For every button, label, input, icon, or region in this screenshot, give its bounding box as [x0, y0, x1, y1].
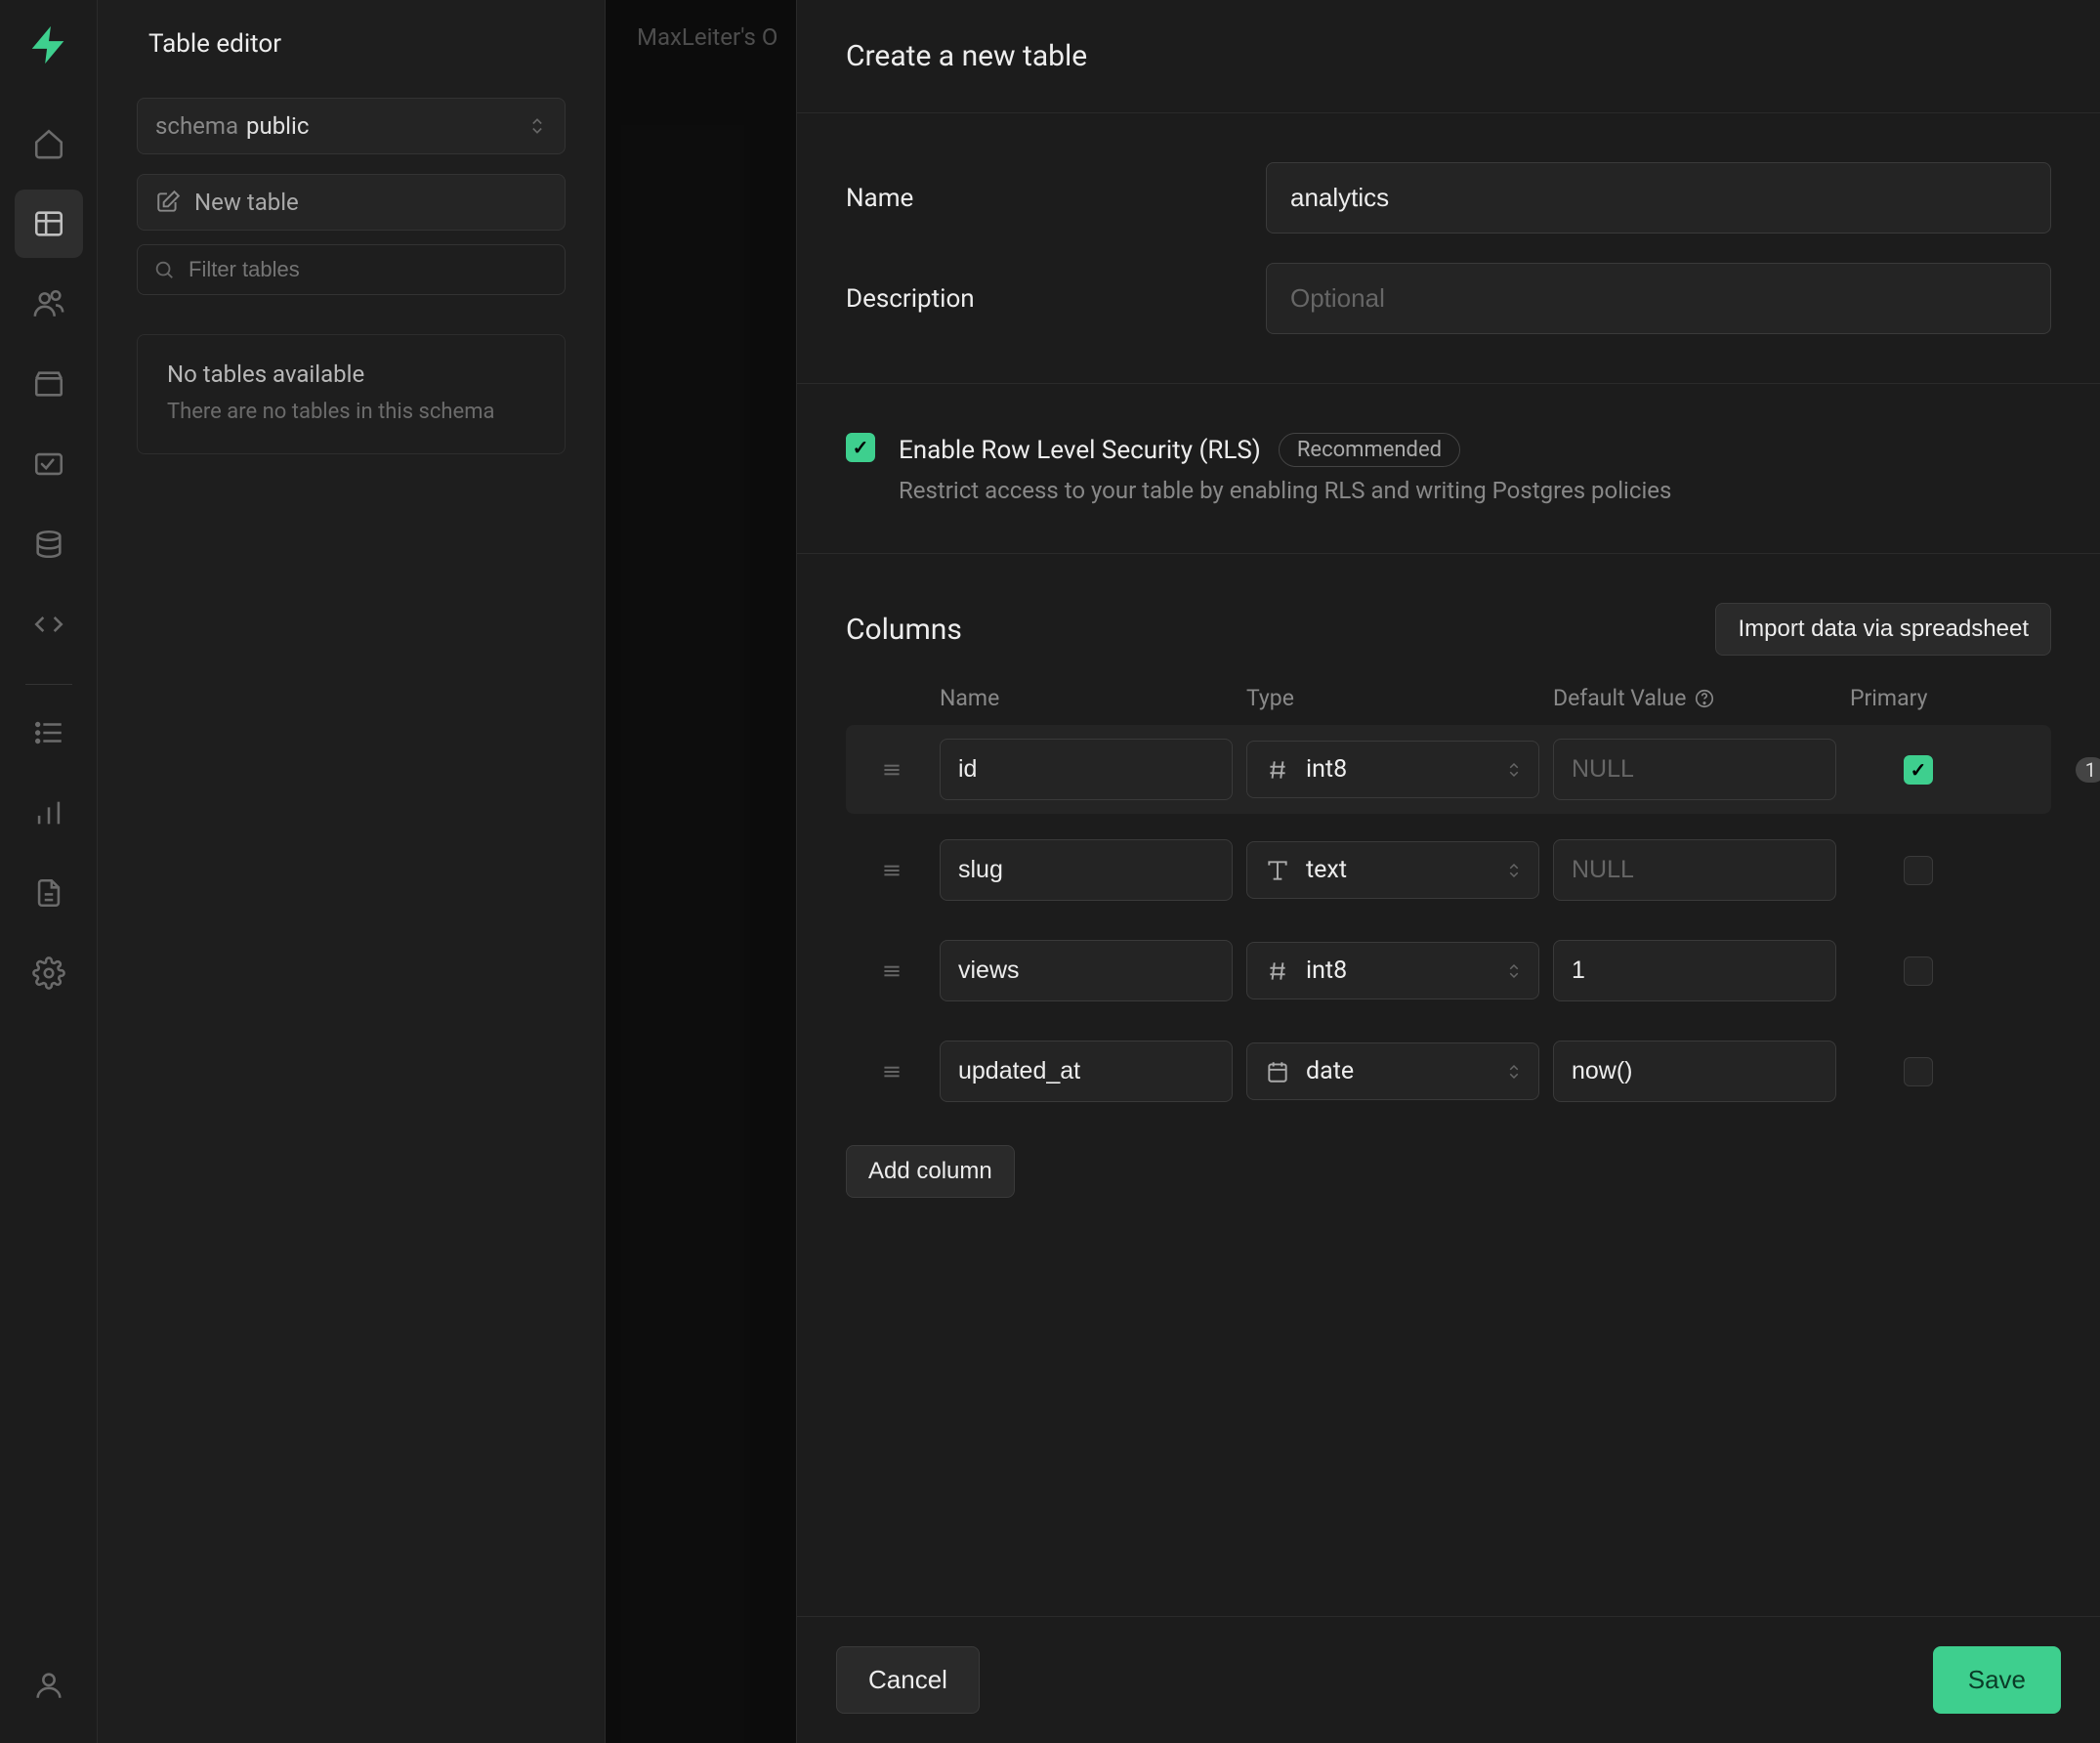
panel-title: Create a new table	[797, 0, 2100, 113]
sidebar-title: Table editor	[121, 29, 581, 59]
schema-name: public	[246, 112, 309, 140]
column-name-wrap	[940, 1041, 1233, 1102]
table-name-input[interactable]	[1266, 162, 2051, 234]
columns-title: Columns	[846, 613, 962, 647]
column-type-select[interactable]: int8	[1246, 741, 1539, 798]
rls-badge: Recommended	[1279, 433, 1460, 467]
column-row: int8 1	[846, 725, 2051, 814]
filter-tables-wrap[interactable]	[137, 244, 566, 295]
primary-checkbox[interactable]	[1904, 1057, 1933, 1086]
rls-subtitle: Restrict access to your table by enablin…	[899, 477, 2051, 504]
primary-checkbox[interactable]	[1904, 957, 1933, 986]
sidebar: Table editor schema public New table No …	[98, 0, 606, 1743]
nav-sql[interactable]	[15, 430, 83, 498]
column-name-input[interactable]	[941, 941, 1233, 1000]
column-name-wrap	[940, 739, 1233, 800]
rls-checkbox[interactable]	[846, 433, 875, 462]
column-default-input[interactable]	[1553, 940, 1836, 1001]
text-icon	[1263, 858, 1292, 883]
column-headers: Name Type Default Value Primary	[846, 685, 2051, 725]
add-column-button[interactable]: Add column	[846, 1145, 1015, 1198]
drag-handle-icon[interactable]	[858, 1059, 926, 1084]
primary-checkbox[interactable]	[1904, 755, 1933, 785]
hash-icon	[1263, 958, 1292, 984]
import-spreadsheet-button[interactable]: Import data via spreadsheet	[1715, 603, 2051, 656]
nav-rail	[0, 0, 98, 1743]
column-name-wrap	[940, 940, 1233, 1001]
nav-account[interactable]	[15, 1651, 83, 1720]
new-table-label: New table	[194, 189, 299, 216]
drag-handle-icon[interactable]	[858, 958, 926, 984]
column-default-input[interactable]	[1553, 739, 1836, 800]
primary-checkbox[interactable]	[1904, 856, 1933, 885]
edit-icon	[155, 190, 181, 215]
nav-auth[interactable]	[15, 270, 83, 338]
drag-handle-icon[interactable]	[858, 858, 926, 883]
drag-handle-icon[interactable]	[858, 757, 926, 783]
calendar-icon	[1263, 1059, 1292, 1084]
rail-divider	[25, 684, 72, 685]
settings-count-badge: 1	[2076, 757, 2100, 783]
chevron-updown-icon	[1505, 1063, 1523, 1081]
name-label: Name	[846, 184, 1266, 213]
empty-title: No tables available	[167, 361, 535, 388]
nav-storage[interactable]	[15, 350, 83, 418]
table-description-input[interactable]	[1266, 263, 2051, 334]
header-name: Name	[940, 685, 1233, 711]
hash-icon	[1263, 757, 1292, 783]
logo-supabase[interactable]	[23, 20, 74, 70]
column-type-select[interactable]: text	[1246, 841, 1539, 899]
nav-functions[interactable]	[15, 590, 83, 659]
schema-prefix: schema	[155, 112, 238, 140]
header-type: Type	[1246, 685, 1539, 711]
nav-table-editor[interactable]	[15, 190, 83, 258]
filter-tables-input[interactable]	[189, 257, 549, 282]
nav-database[interactable]	[15, 510, 83, 578]
column-type-select[interactable]: int8	[1246, 942, 1539, 999]
header-default: Default Value	[1553, 685, 1686, 711]
schema-selector[interactable]: schema public	[137, 98, 566, 154]
nav-docs[interactable]	[15, 859, 83, 927]
column-type-select[interactable]: date	[1246, 1042, 1539, 1100]
column-default-input[interactable]	[1553, 1041, 1836, 1102]
chevron-updown-icon	[527, 116, 547, 136]
nav-home[interactable]	[15, 109, 83, 178]
new-table-button[interactable]: New table	[137, 174, 566, 231]
nav-list[interactable]	[15, 699, 83, 767]
nav-settings[interactable]	[15, 939, 83, 1007]
chevron-updown-icon	[1505, 862, 1523, 879]
column-name-wrap	[940, 839, 1233, 901]
empty-state: No tables available There are no tables …	[137, 334, 566, 454]
column-row: text	[846, 826, 2051, 914]
help-icon[interactable]	[1694, 688, 1715, 709]
chevron-updown-icon	[1505, 962, 1523, 980]
empty-sub: There are no tables in this schema	[167, 398, 535, 428]
column-type-label: int8	[1306, 755, 1491, 784]
column-name-input[interactable]	[941, 1042, 1233, 1101]
column-row: date	[846, 1027, 2051, 1116]
column-type-label: text	[1306, 856, 1491, 884]
column-type-label: date	[1306, 1057, 1491, 1085]
search-icon	[153, 259, 175, 280]
cancel-button[interactable]: Cancel	[836, 1646, 980, 1714]
column-name-input[interactable]	[941, 740, 1233, 799]
save-button[interactable]: Save	[1933, 1646, 2061, 1714]
main-area: MaxLeiter's O Create a new table Name De…	[606, 0, 2100, 1743]
column-name-input[interactable]	[941, 840, 1233, 900]
rls-title: Enable Row Level Security (RLS)	[899, 436, 1261, 465]
chevron-updown-icon	[1505, 761, 1523, 779]
header-primary: Primary	[1850, 685, 1987, 711]
create-table-panel: Create a new table Name Description	[796, 0, 2100, 1743]
column-settings-button[interactable]: 1	[2076, 756, 2100, 784]
column-row: int8	[846, 926, 2051, 1015]
column-default-input[interactable]	[1553, 839, 1836, 901]
description-label: Description	[846, 284, 1266, 314]
column-type-label: int8	[1306, 957, 1491, 985]
nav-reports[interactable]	[15, 779, 83, 847]
